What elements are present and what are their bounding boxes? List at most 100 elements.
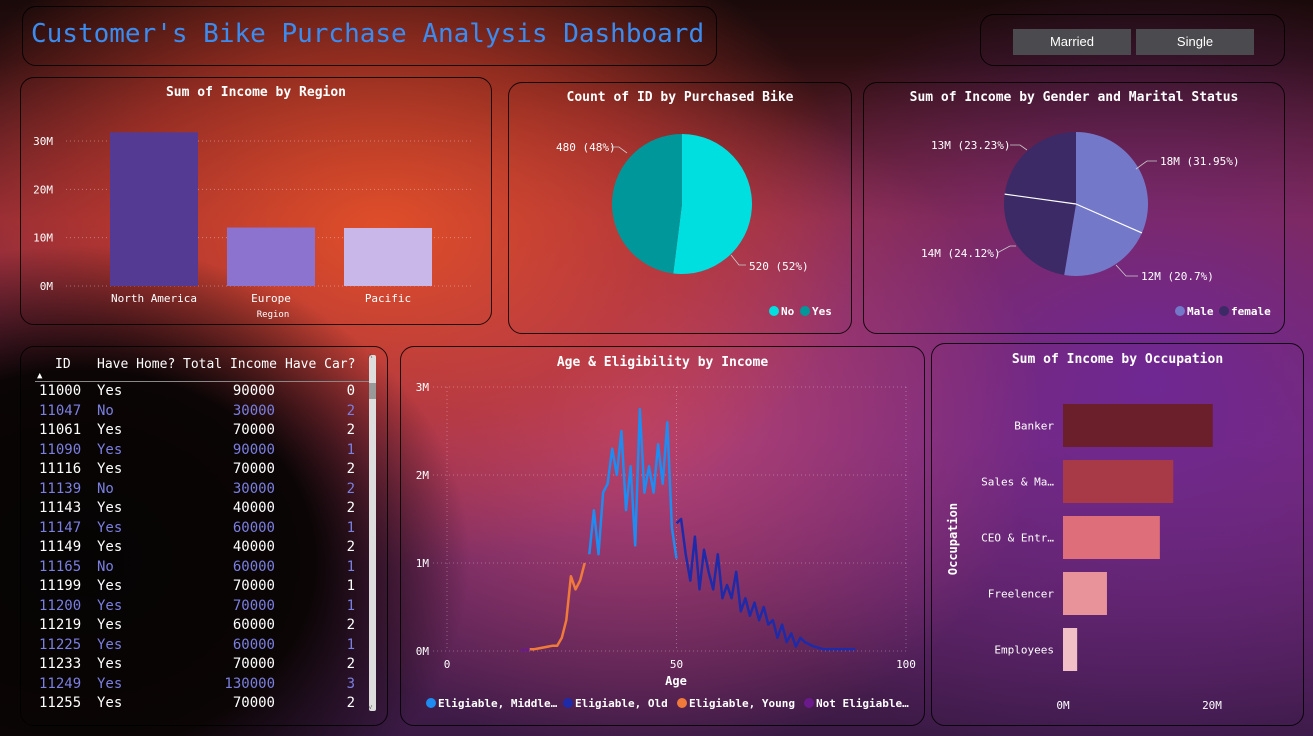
scroll-down-icon[interactable]: ˅ <box>368 703 373 712</box>
header-have-home[interactable]: Have Home? <box>97 357 175 372</box>
dashboard-title: Customer's Bike Purchase Analysis Dashbo… <box>31 19 705 49</box>
table-row[interactable]: 11219 Yes 60000 2 <box>39 617 379 637</box>
cell-have-home: Yes <box>97 617 123 633</box>
table-row[interactable]: 11000 Yes 90000 0 <box>39 383 379 403</box>
cell-have-car: 2 <box>346 480 355 497</box>
cell-id: 11047 <box>39 402 82 419</box>
age-y-tick: 3M <box>416 381 430 394</box>
table-row[interactable]: 11090 Yes 90000 1 <box>39 442 379 462</box>
cell-have-home: Yes <box>97 422 123 438</box>
table-row[interactable]: 11165 No 60000 1 <box>39 559 379 579</box>
purchase-pie-slice <box>611 134 682 274</box>
age-y-tick: 1M <box>416 557 430 570</box>
age-legend-label: Eligiable, Young <box>689 697 795 710</box>
region-bar <box>110 132 198 286</box>
region-y-tick: 20M <box>33 183 53 196</box>
occupation-x-tick: 0M <box>1056 699 1070 712</box>
age-series-line <box>588 407 678 559</box>
cell-have-home: Yes <box>97 656 123 672</box>
region-y-tick: 10M <box>33 232 53 245</box>
table-row[interactable]: 11047 No 30000 2 <box>39 403 379 423</box>
table-row[interactable]: 11255 Yes 70000 2 <box>39 695 379 715</box>
occupation-bar-chart: Banker Sales & Ma… CEO & Entr… Freelencer Em… <box>946 404 1222 712</box>
cell-have-car: 1 <box>346 558 355 575</box>
cell-total-income: 130000 <box>224 675 275 692</box>
header-id[interactable]: ID <box>55 357 71 372</box>
cell-have-home: Yes <box>97 695 123 711</box>
cell-id: 11000 <box>39 383 82 399</box>
gender-legend-label: female <box>1231 305 1271 318</box>
gender-slice-label: 13M (23.23%) <box>931 139 1010 152</box>
slicer-single-button[interactable]: Single <box>1136 29 1254 55</box>
occupation-bar <box>1063 516 1160 559</box>
age-chart-panel: Age & Eligibility by Income 3M 2M 1M 0M 0 50 1… <box>400 346 925 726</box>
cell-id: 11165 <box>39 558 82 575</box>
cell-id: 11147 <box>39 519 82 536</box>
table-scrollbar[interactable]: ˄ ˅ <box>368 352 376 712</box>
slicer-married-button[interactable]: Married <box>1013 29 1131 55</box>
table-row[interactable]: 11233 Yes 70000 2 <box>39 656 379 676</box>
cell-have-home: No <box>97 402 114 419</box>
customer-table-panel: ID ▲ Have Home? Total Income Have Car? 1… <box>20 346 388 726</box>
cell-have-home: No <box>97 480 114 497</box>
purchase-label-yes: 480 (48%) <box>556 141 616 154</box>
sort-asc-icon[interactable]: ▲ <box>37 371 42 381</box>
cell-have-car: 2 <box>346 422 355 438</box>
cell-have-car: 2 <box>346 402 355 419</box>
occupation-y-tick: Freelencer <box>988 588 1055 601</box>
cell-total-income: 70000 <box>232 695 275 711</box>
cell-id: 11200 <box>39 597 82 614</box>
cell-id: 11219 <box>39 617 82 633</box>
age-y-tick: 2M <box>416 469 430 482</box>
table-row[interactable]: 11199 Yes 70000 1 <box>39 578 379 598</box>
table-row[interactable]: 11143 Yes 40000 2 <box>39 500 379 520</box>
table-row[interactable]: 11200 Yes 70000 1 <box>39 598 379 618</box>
cell-id: 11143 <box>39 500 82 516</box>
occupation-y-tick: CEO & Entr… <box>981 532 1054 545</box>
age-x-axis-label: Age <box>665 674 687 688</box>
gender-pie-chart: 18M (31.95%) 12M (20.7%) 14M (24.12%) 13M (… <box>921 132 1271 318</box>
gender-legend-marker <box>1175 306 1185 316</box>
cell-total-income: 60000 <box>232 519 275 536</box>
header-have-car[interactable]: Have Car? <box>285 357 355 372</box>
age-legend-label: Eligiable, Middle… <box>438 697 558 710</box>
cell-total-income: 40000 <box>232 500 275 516</box>
table-row[interactable]: 11061 Yes 70000 2 <box>39 422 379 442</box>
scrollbar-thumb[interactable] <box>369 383 376 399</box>
occupation-bar <box>1063 628 1078 671</box>
title-panel: Customer's Bike Purchase Analysis Dashbo… <box>22 6 717 66</box>
cell-have-home: Yes <box>97 636 123 653</box>
header-total-income[interactable]: Total Income <box>183 357 277 372</box>
cell-id: 11090 <box>39 441 82 458</box>
cell-id: 11233 <box>39 656 82 672</box>
gender-slice-label: 14M (24.12%) <box>921 247 1000 260</box>
table-row[interactable]: 11147 Yes 60000 1 <box>39 520 379 540</box>
region-bar <box>344 228 432 286</box>
table-row[interactable]: 11139 No 30000 2 <box>39 481 379 501</box>
cell-have-car: 1 <box>346 441 355 458</box>
cell-have-car: 2 <box>346 656 355 672</box>
cell-total-income: 60000 <box>232 617 275 633</box>
cell-id: 11199 <box>39 578 82 594</box>
cell-id: 11149 <box>39 539 82 555</box>
region-chart: 30M 20M 10M 0M North America Europe Pacific Reg… <box>33 132 471 320</box>
region-x-tick: Pacific <box>365 292 411 305</box>
scroll-up-icon[interactable]: ˄ <box>368 352 373 361</box>
region-y-tick: 30M <box>33 135 53 148</box>
purchase-legend-label: No <box>781 305 795 318</box>
table-row[interactable]: 11249 Yes 130000 3 <box>39 676 379 696</box>
purchase-pie-chart: 480 (48%) 520 (52%) No Yes <box>556 134 832 318</box>
cell-have-home: Yes <box>97 578 123 594</box>
gender-leader-line <box>1135 160 1157 170</box>
age-legend-label: Not Eligiable… <box>816 697 909 710</box>
age-series-line <box>529 562 586 651</box>
table-row[interactable]: 11149 Yes 40000 2 <box>39 539 379 559</box>
cell-have-car: 1 <box>346 578 355 594</box>
cell-total-income: 70000 <box>232 422 275 438</box>
occupation-y-axis-label: Occupation <box>946 503 960 575</box>
cell-total-income: 70000 <box>232 461 275 477</box>
cell-have-car: 1 <box>346 519 355 536</box>
occupation-y-tick: Employees <box>994 644 1054 657</box>
table-row[interactable]: 11225 Yes 60000 1 <box>39 637 379 657</box>
table-row[interactable]: 11116 Yes 70000 2 <box>39 461 379 481</box>
